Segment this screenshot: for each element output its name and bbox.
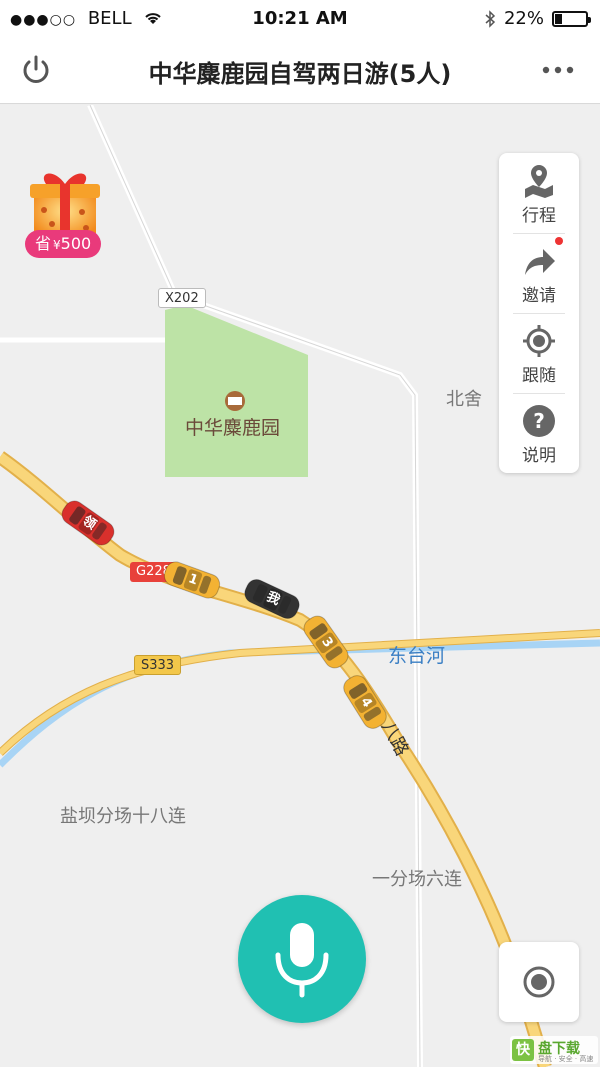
place-label-yifen: 一分场六连 (372, 869, 462, 890)
status-right: 22% (484, 8, 591, 29)
save-amount: 500 (60, 234, 92, 253)
place-label-beishe: 北舍 (446, 389, 482, 410)
park-area (165, 305, 308, 477)
microphone-icon (275, 923, 329, 998)
road-badge-s333: S333 (134, 655, 182, 675)
map-pin-icon (525, 165, 553, 198)
power-icon[interactable] (18, 52, 54, 88)
side-label-follow: 跟随 (522, 366, 556, 386)
poi-label[interactable]: 中华麋鹿园 (185, 413, 280, 440)
side-label-help: 说明 (522, 446, 556, 466)
svg-text:?: ? (533, 409, 545, 433)
share-arrow-icon (525, 249, 555, 275)
side-item-help[interactable]: ? 说明 (499, 393, 579, 473)
river-label: 东台河 (388, 645, 446, 667)
app-root: ●●●○○ BELL 10:21 AM 22% 中华麋鹿园自驾两日游(5人) X… (0, 0, 600, 1067)
watermark-mark: 快 (512, 1039, 534, 1061)
watermark-slogan: 导航 · 安全 · 高速 (538, 1055, 594, 1063)
save-label: 省 (35, 234, 52, 253)
currency-symbol: ¥ (53, 238, 61, 252)
watermark-logo: 快 盘下载 导航 · 安全 · 高速 (510, 1036, 598, 1064)
bluetooth-icon (485, 9, 496, 28)
voice-button[interactable] (238, 895, 366, 1023)
battery-icon (552, 10, 591, 27)
savings-badge[interactable]: 省 ¥500 (25, 230, 102, 258)
side-label-itinerary: 行程 (522, 206, 556, 226)
more-icon[interactable] (538, 56, 578, 84)
app-header: 中华麋鹿园自驾两日游(5人) (0, 36, 600, 104)
help-icon: ? (523, 405, 555, 437)
battery-fill (555, 13, 562, 24)
locate-icon (523, 966, 555, 998)
side-item-invite[interactable]: 邀请 (499, 233, 579, 313)
river (0, 639, 600, 768)
road-s333 (0, 630, 600, 756)
side-panel: 行程 邀请 跟随 ? 说明 (499, 153, 579, 473)
road-badge-x202: X202 (158, 288, 206, 308)
side-label-invite: 邀请 (522, 286, 556, 306)
place-label-yanba: 盐坝分场十八连 (60, 806, 186, 827)
notification-dot (555, 237, 563, 245)
follow-target-icon (523, 325, 555, 357)
status-bar: ●●●○○ BELL 10:21 AM 22% (0, 0, 600, 36)
side-item-itinerary[interactable]: 行程 (499, 153, 579, 233)
locate-button[interactable] (499, 942, 579, 1022)
side-item-follow[interactable]: 跟随 (499, 313, 579, 393)
page-title: 中华麋鹿园自驾两日游(5人) (148, 60, 452, 88)
battery-percent: 22% (503, 8, 544, 29)
